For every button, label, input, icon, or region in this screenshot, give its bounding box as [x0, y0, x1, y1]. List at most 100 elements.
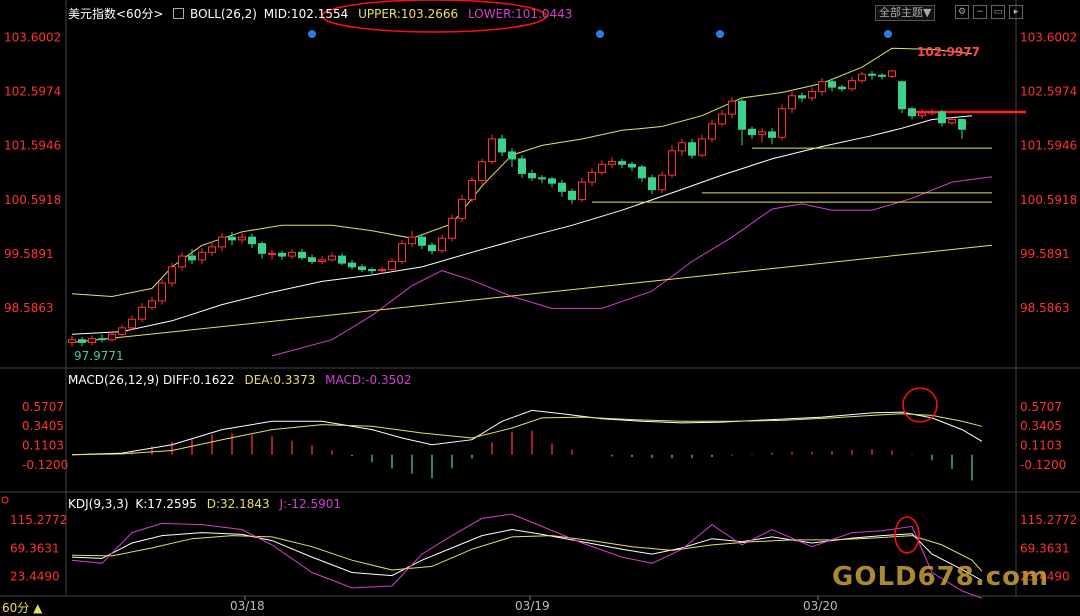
candle-body-23	[298, 251, 306, 259]
candle-body-21	[278, 252, 286, 257]
candle-body-52	[588, 171, 596, 183]
candle-body-88	[948, 119, 956, 124]
candle-body-55	[618, 161, 626, 165]
theme-button[interactable]: 全部主题▼	[875, 5, 936, 21]
boll-upper: UPPER:103.2666	[358, 7, 459, 21]
candle-body-28	[348, 262, 356, 268]
kdj-ytick-left-1: 69.3631	[10, 541, 60, 555]
candle-body-11	[178, 255, 186, 268]
candle-body-2	[88, 338, 96, 343]
kdj-ytick-left-2: 23.4490	[10, 570, 60, 584]
candle-body-39	[458, 198, 466, 219]
candle-body-20	[268, 252, 276, 255]
chart-canvas[interactable]: 103.6002 103.6002 102.5974 102.5974 101.5946…	[0, 0, 1080, 613]
candle-body-19	[258, 243, 266, 254]
period-selector[interactable]: 60分 ▲	[2, 599, 42, 616]
main-ytick-left-0: 103.6002	[4, 30, 61, 44]
boll-mid: MID:102.1554	[263, 7, 349, 21]
kdj-d: D:32.1843	[206, 497, 270, 511]
macd-ytick-right-0: 0.5707	[1020, 400, 1062, 414]
main-ytick-right-5: 98.5863	[1020, 301, 1070, 315]
candle-body-35	[418, 236, 426, 246]
candle-body-58	[648, 177, 656, 191]
candle-body-37	[438, 237, 446, 252]
kdj-ytick-right-1: 69.3631	[1020, 541, 1070, 555]
candle-body-72	[788, 95, 796, 110]
candle-body-67	[738, 100, 746, 130]
kdj-j: J:-12.5901	[279, 497, 342, 511]
panel-icon[interactable]: ▭	[991, 5, 1005, 19]
candle-body-9	[158, 282, 166, 302]
candle-body-8	[148, 300, 156, 308]
candle-body-4	[108, 333, 116, 341]
candle-body-79	[858, 73, 866, 82]
candle-body-68	[748, 128, 756, 136]
macd-ytick-left-2: 0.1103	[22, 439, 64, 453]
candle-body-12	[188, 255, 196, 261]
candle-body-56	[628, 163, 636, 168]
event-dot-2	[716, 30, 724, 38]
xtick-label-1: 03/19	[515, 599, 550, 613]
settings-icon[interactable]: ⚙	[955, 5, 969, 19]
xtick-label-0: 03/18	[230, 599, 265, 613]
candle-body-31	[378, 269, 386, 272]
candle-body-87	[938, 111, 946, 124]
candle-body-49	[558, 182, 566, 192]
candle-body-85	[918, 112, 926, 117]
macd-histogram	[91, 430, 973, 481]
candle-body-26	[328, 255, 336, 261]
candle-body-48	[548, 178, 556, 184]
candle-body-33	[398, 243, 406, 262]
minimize-icon[interactable]: −	[973, 5, 987, 19]
main-ytick-left-1: 102.5974	[4, 85, 61, 99]
macd-ytick-right-2: 0.1103	[1020, 439, 1062, 453]
candle-body-78	[848, 80, 856, 90]
macd-diff: DIFF:0.1622	[162, 373, 235, 387]
main-ytick-left-4: 99.5891	[4, 247, 54, 261]
watermark-logo: GOLD678.com	[832, 562, 1050, 592]
candle-body-36	[428, 244, 436, 252]
candle-body-69	[758, 131, 766, 136]
candle-body-64	[708, 123, 716, 140]
boll-lower-line	[271, 176, 993, 357]
event-dot-0	[308, 30, 316, 38]
candle-body-45	[518, 158, 526, 174]
event-dot-1	[596, 30, 604, 38]
candle-body-62	[688, 142, 696, 156]
macd-dea: DEA:0.3373	[244, 373, 316, 387]
candle-body-76	[828, 81, 836, 88]
candle-body-50	[568, 190, 576, 200]
candle-body-70	[768, 131, 776, 138]
expand-icon[interactable]: ▸	[1009, 5, 1023, 19]
main-ytick-left-5: 98.5863	[4, 301, 54, 315]
low-price-label: 97.9771	[74, 349, 124, 363]
candle-body-82	[888, 70, 896, 77]
candle-body-44	[508, 151, 516, 160]
candle-body-1	[78, 339, 86, 343]
candle-body-25	[318, 259, 326, 262]
candle-body-83	[898, 81, 906, 110]
candle-body-80	[868, 73, 876, 76]
candle-body-30	[368, 269, 376, 272]
candle-body-41	[478, 161, 486, 182]
candle-body-24	[308, 257, 316, 262]
macd-title: MACD(26,12,9)	[68, 373, 160, 387]
candle-body-42	[488, 138, 496, 163]
candle-body-16	[228, 236, 236, 241]
candle-body-15	[218, 236, 226, 248]
macd-header: MACD(26,12,9) DIFF:0.1622 DEA:0.3373 MAC…	[68, 373, 412, 387]
candle-body-77	[838, 86, 846, 90]
kdj-k: K:17.2595	[135, 497, 197, 511]
macd-dea-line	[71, 413, 983, 456]
candle-body-22	[288, 251, 296, 257]
candle-body-34	[408, 236, 416, 245]
macd-ytick-right-3: -0.1200	[1020, 458, 1066, 472]
candle-body-17	[238, 236, 246, 241]
kdj-settings-icon	[1, 496, 9, 504]
macd-ytick-left-3: -0.1200	[22, 458, 68, 472]
kdj-ytick-right-0: 115.2772	[1020, 513, 1077, 527]
main-ytick-right-1: 102.5974	[1020, 85, 1077, 99]
candle-body-71	[778, 108, 786, 138]
candle-body-74	[808, 90, 816, 99]
boll-label: BOLL(26,2)	[190, 7, 257, 21]
